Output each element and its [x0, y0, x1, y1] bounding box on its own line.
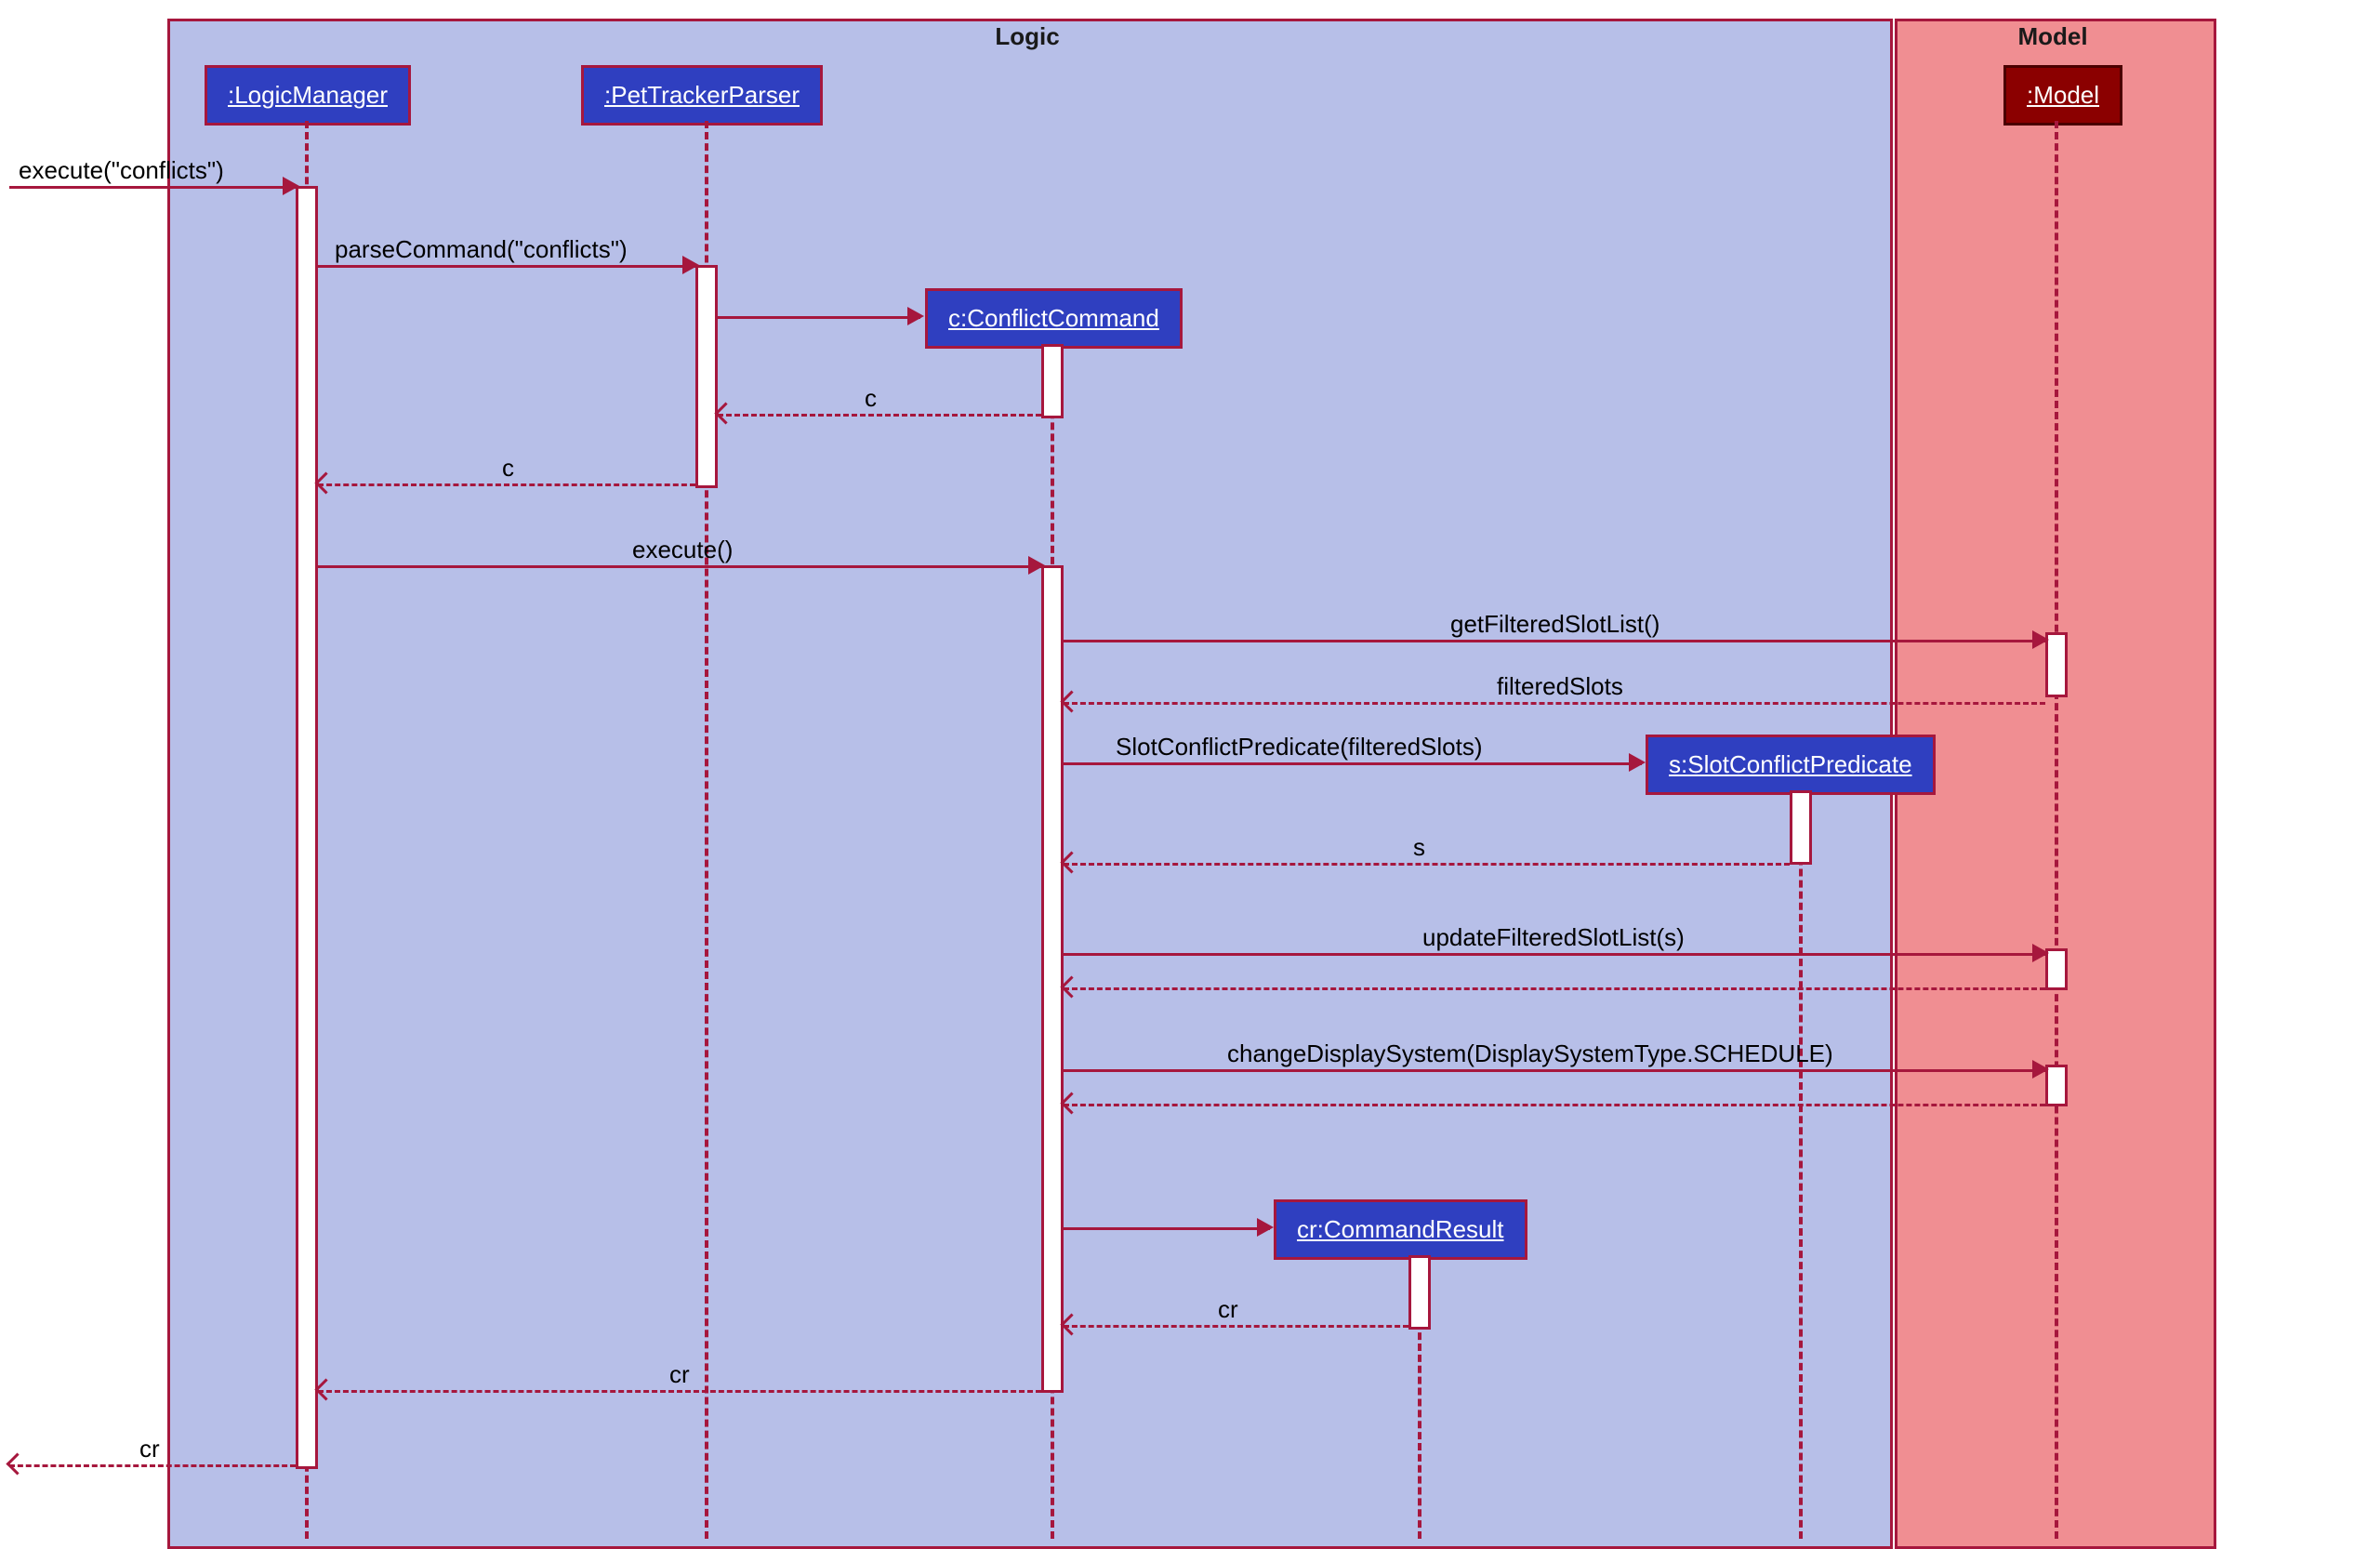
msg-parse-command — [318, 265, 695, 268]
msg-label-return-c-parser: c — [865, 384, 877, 413]
msg-return-cr-to-ext — [9, 1464, 296, 1467]
sequence-diagram: Logic Model :LogicManager :PetTrackerPar… — [0, 0, 2380, 1549]
arrow-icon — [1629, 753, 1646, 772]
arrow-icon — [2032, 944, 2049, 962]
arrow-icon — [1257, 1218, 1274, 1237]
msg-update-filtered-slot-list — [1064, 953, 2045, 956]
arrow-icon — [283, 177, 299, 195]
msg-label-return-cr-cc: cr — [1218, 1295, 1238, 1324]
arrow-icon — [6, 1452, 28, 1475]
msg-return-filtered-slots — [1064, 702, 2045, 705]
participant-pet-tracker-parser: :PetTrackerParser — [581, 65, 823, 126]
msg-label-return-c-lm: c — [502, 454, 514, 483]
activation-pet-tracker-parser — [695, 265, 718, 488]
activation-conflict-command-execute — [1041, 565, 1064, 1393]
msg-return-s — [1064, 863, 1790, 866]
msg-create-command-result — [1064, 1227, 1270, 1230]
msg-label-return-cr-ext: cr — [139, 1435, 160, 1463]
arrow-icon — [2032, 630, 2049, 649]
msg-label-return-s: s — [1413, 833, 1425, 862]
participant-logic-manager: :LogicManager — [205, 65, 411, 126]
lifeline-slot-conflict-predicate — [1799, 790, 1803, 1539]
msg-label-return-filtered-slots: filteredSlots — [1497, 672, 1623, 701]
participant-conflict-command: c:ConflictCommand — [925, 288, 1183, 349]
arrow-icon — [2032, 1060, 2049, 1079]
model-container-label: Model — [1895, 22, 2211, 51]
msg-return-c-to-parser — [718, 414, 1041, 417]
msg-label-execute: execute() — [632, 536, 733, 564]
participant-command-result: cr:CommandResult — [1274, 1199, 1527, 1260]
msg-label-execute-conflicts: execute("conflicts") — [19, 156, 224, 185]
msg-return-c-to-lm — [318, 483, 695, 486]
activation-conflict-command-create — [1041, 344, 1064, 418]
msg-return-update — [1064, 987, 2045, 990]
msg-label-get-filtered-slot-list: getFilteredSlotList() — [1450, 610, 1659, 639]
msg-label-return-cr-lm: cr — [669, 1360, 690, 1389]
activation-slot-conflict-predicate — [1790, 790, 1812, 865]
msg-execute-conflicts — [9, 186, 296, 189]
msg-change-display-system — [1064, 1069, 2045, 1072]
msg-label-update-filtered-slot-list: updateFilteredSlotList(s) — [1422, 923, 1685, 952]
msg-return-cr-to-cc — [1064, 1325, 1408, 1328]
msg-label-change-display-system: changeDisplaySystem(DisplaySystemType.SC… — [1227, 1039, 1833, 1068]
lifeline-model — [2055, 121, 2058, 1539]
msg-return-change-display — [1064, 1104, 2045, 1106]
logic-container-label: Logic — [167, 22, 1887, 51]
msg-get-filtered-slot-list — [1064, 640, 2045, 642]
activation-command-result — [1408, 1255, 1431, 1330]
participant-model: :Model — [2003, 65, 2122, 126]
arrow-icon — [1028, 556, 1045, 575]
arrow-icon — [907, 307, 924, 325]
arrow-icon — [682, 256, 699, 274]
msg-create-slot-conflict-predicate — [1064, 762, 1642, 765]
msg-label-create-scp: SlotConflictPredicate(filteredSlots) — [1116, 733, 1483, 761]
msg-label-parse-command: parseCommand("conflicts") — [335, 235, 628, 264]
participant-slot-conflict-predicate: s:SlotConflictPredicate — [1646, 735, 1936, 795]
activation-logic-manager — [296, 186, 318, 1469]
msg-return-cr-to-lm — [318, 1390, 1041, 1393]
msg-create-conflict-command — [718, 316, 920, 319]
msg-execute — [318, 565, 1041, 568]
